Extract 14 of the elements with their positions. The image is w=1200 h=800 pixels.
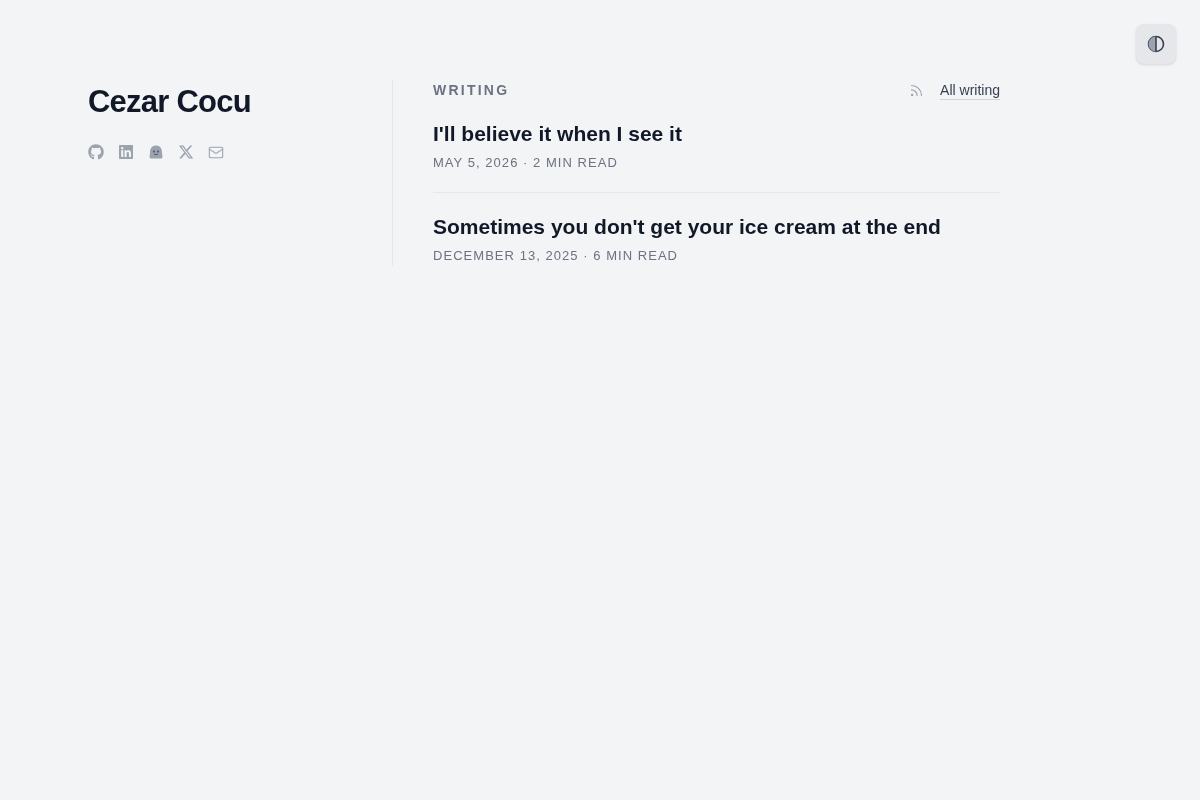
linkedin-icon[interactable] <box>118 144 134 160</box>
github-icon[interactable] <box>88 144 104 160</box>
x-logo-icon[interactable] <box>178 144 194 160</box>
author-name: Cezar Cocu <box>88 84 252 120</box>
post-meta: DECEMBER 13, 2025 · 6 MIN READ <box>433 247 680 265</box>
contrast-icon <box>1147 35 1165 53</box>
section-heading: WRITING <box>433 80 510 100</box>
mascot-face-icon[interactable] <box>148 144 164 160</box>
theme-toggle-button[interactable] <box>1136 24 1176 64</box>
post-title-link[interactable]: I'll believe it when I see it <box>433 120 1000 148</box>
all-writing-link[interactable]: All writing <box>940 80 1000 100</box>
post-meta: MAY 5, 2026 · 2 MIN READ <box>433 154 619 172</box>
post-title-link[interactable]: Sometimes you don't get your ice cream at the end <box>433 213 1000 241</box>
rss-icon[interactable] <box>909 82 925 98</box>
